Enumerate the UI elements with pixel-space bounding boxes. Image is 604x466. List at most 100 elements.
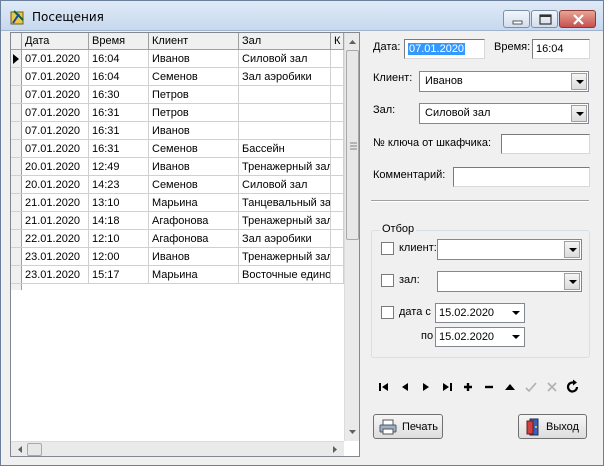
cell-hall[interactable]: Тренажерный зал <box>239 158 331 176</box>
cell-key[interactable] <box>331 158 344 176</box>
cell-hall[interactable]: Силовой зал <box>239 176 331 194</box>
cell-date[interactable]: 07.01.2020 <box>22 140 89 158</box>
title-bar[interactable]: Посещения <box>1 1 603 31</box>
print-button[interactable]: Печать <box>373 414 443 439</box>
table-row[interactable]: 20.01.2020 12:49 Иванов Тренажерный зал <box>11 158 344 176</box>
scroll-left-icon[interactable] <box>12 442 28 457</box>
table-row[interactable]: 07.01.2020 16:31 Семенов Бассейн <box>11 140 344 158</box>
cell-time[interactable]: 15:17 <box>89 266 149 284</box>
column-header-client[interactable]: Клиент <box>149 33 239 50</box>
cell-key[interactable] <box>331 122 344 140</box>
cell-key[interactable] <box>331 248 344 266</box>
table-row[interactable]: 20.01.2020 14:23 Семенов Силовой зал <box>11 176 344 194</box>
comment-field[interactable] <box>453 167 590 187</box>
minimize-button[interactable] <box>503 10 530 28</box>
cell-time[interactable]: 16:30 <box>89 86 149 104</box>
table-row[interactable]: 07.01.2020 16:30 Петров <box>11 86 344 104</box>
cell-time[interactable]: 16:31 <box>89 140 149 158</box>
table-row[interactable]: 23.01.2020 12:00 Иванов Тренажерный зал <box>11 248 344 266</box>
cell-time[interactable]: 16:04 <box>89 50 149 68</box>
cell-time[interactable]: 12:00 <box>89 248 149 266</box>
cell-date[interactable]: 20.01.2020 <box>22 158 89 176</box>
cell-key[interactable] <box>331 104 344 122</box>
cell-hall[interactable]: Тренажерный зал <box>239 248 331 266</box>
cell-date[interactable]: 21.01.2020 <box>22 194 89 212</box>
cell-key[interactable] <box>331 194 344 212</box>
hall-combobox[interactable]: Силовой зал <box>419 103 589 124</box>
visits-grid[interactable]: Дата Время Клиент Зал К 07.01.2020 16:04 И… <box>10 32 360 457</box>
cell-date[interactable]: 07.01.2020 <box>22 68 89 86</box>
maximize-button[interactable] <box>531 10 558 28</box>
nav-insert-button[interactable] <box>459 378 477 396</box>
cell-hall[interactable]: Силовой зал <box>239 50 331 68</box>
cell-hall[interactable]: Бассейн <box>239 140 331 158</box>
cell-hall[interactable]: Танцевальный зал <box>239 194 331 212</box>
table-row[interactable]: 07.01.2020 16:04 Семенов Зал аэробики <box>11 68 344 86</box>
cell-client[interactable]: Агафонова <box>149 212 239 230</box>
client-combobox[interactable]: Иванов <box>419 71 589 92</box>
cell-date[interactable]: 23.01.2020 <box>22 248 89 266</box>
cell-date[interactable]: 21.01.2020 <box>22 212 89 230</box>
column-header-hall[interactable]: Зал <box>239 33 331 50</box>
cell-key[interactable] <box>331 50 344 68</box>
filter-hall-combobox[interactable] <box>437 271 582 292</box>
cell-hall[interactable] <box>239 86 331 104</box>
cell-hall[interactable]: Тренажерный зал <box>239 212 331 230</box>
chevron-down-icon[interactable] <box>571 73 587 90</box>
scroll-up-icon[interactable] <box>345 34 360 50</box>
cell-hall[interactable]: Зал аэробики <box>239 68 331 86</box>
nav-post-button[interactable] <box>522 378 540 396</box>
close-button[interactable] <box>559 10 596 28</box>
cell-date[interactable]: 07.01.2020 <box>22 122 89 140</box>
filter-date-checkbox[interactable] <box>381 306 394 319</box>
cell-date[interactable]: 20.01.2020 <box>22 176 89 194</box>
cell-hall[interactable]: Восточные едино <box>239 266 331 284</box>
filter-date-to-picker[interactable]: 15.02.2020 <box>435 327 525 347</box>
nav-refresh-button[interactable] <box>564 378 582 396</box>
cell-client[interactable]: Семенов <box>149 68 239 86</box>
table-row[interactable]: 22.01.2020 12:10 Агафонова Зал аэробики <box>11 230 344 248</box>
table-row[interactable]: 07.01.2020 16:31 Петров <box>11 104 344 122</box>
cell-client[interactable]: Агафонова <box>149 230 239 248</box>
cell-time[interactable]: 12:10 <box>89 230 149 248</box>
cell-date[interactable]: 07.01.2020 <box>22 50 89 68</box>
cell-key[interactable] <box>331 176 344 194</box>
vertical-scroll-thumb[interactable] <box>346 50 359 240</box>
filter-client-combobox[interactable] <box>437 239 582 260</box>
cell-time[interactable]: 16:31 <box>89 122 149 140</box>
cell-client[interactable]: Иванов <box>149 122 239 140</box>
cell-time[interactable]: 12:49 <box>89 158 149 176</box>
column-header-date[interactable]: Дата <box>22 33 89 50</box>
cell-time[interactable]: 14:18 <box>89 212 149 230</box>
cell-key[interactable] <box>331 68 344 86</box>
chevron-down-icon[interactable] <box>571 105 587 122</box>
cell-time[interactable]: 14:23 <box>89 176 149 194</box>
cell-time[interactable]: 16:31 <box>89 104 149 122</box>
cell-client[interactable]: Марьина <box>149 266 239 284</box>
nav-prior-button[interactable] <box>396 378 414 396</box>
vertical-scrollbar[interactable] <box>344 33 359 441</box>
nav-first-button[interactable] <box>375 378 393 396</box>
cell-key[interactable] <box>331 266 344 284</box>
filter-date-from-picker[interactable]: 15.02.2020 <box>435 303 525 323</box>
dropdown-arrow-icon[interactable] <box>512 335 520 339</box>
filter-hall-checkbox[interactable] <box>381 274 394 287</box>
cell-date[interactable]: 23.01.2020 <box>22 266 89 284</box>
nav-last-button[interactable] <box>438 378 456 396</box>
date-field[interactable]: 07.01.2020 <box>404 39 485 59</box>
cell-hall[interactable] <box>239 104 331 122</box>
cell-time[interactable]: 13:10 <box>89 194 149 212</box>
cell-client[interactable]: Семенов <box>149 176 239 194</box>
dropdown-arrow-icon[interactable] <box>512 311 520 315</box>
table-row[interactable]: 21.01.2020 14:18 Агафонова Тренажерный зал <box>11 212 344 230</box>
exit-button[interactable]: Выход <box>518 414 587 439</box>
cell-date[interactable]: 22.01.2020 <box>22 230 89 248</box>
locker-key-field[interactable] <box>501 134 590 154</box>
filter-client-checkbox[interactable] <box>381 242 394 255</box>
scroll-right-icon[interactable] <box>327 442 343 457</box>
cell-client[interactable]: Иванов <box>149 50 239 68</box>
nav-edit-button[interactable] <box>501 378 519 396</box>
cell-time[interactable]: 16:04 <box>89 68 149 86</box>
cell-client[interactable]: Петров <box>149 104 239 122</box>
cell-hall[interactable] <box>239 122 331 140</box>
